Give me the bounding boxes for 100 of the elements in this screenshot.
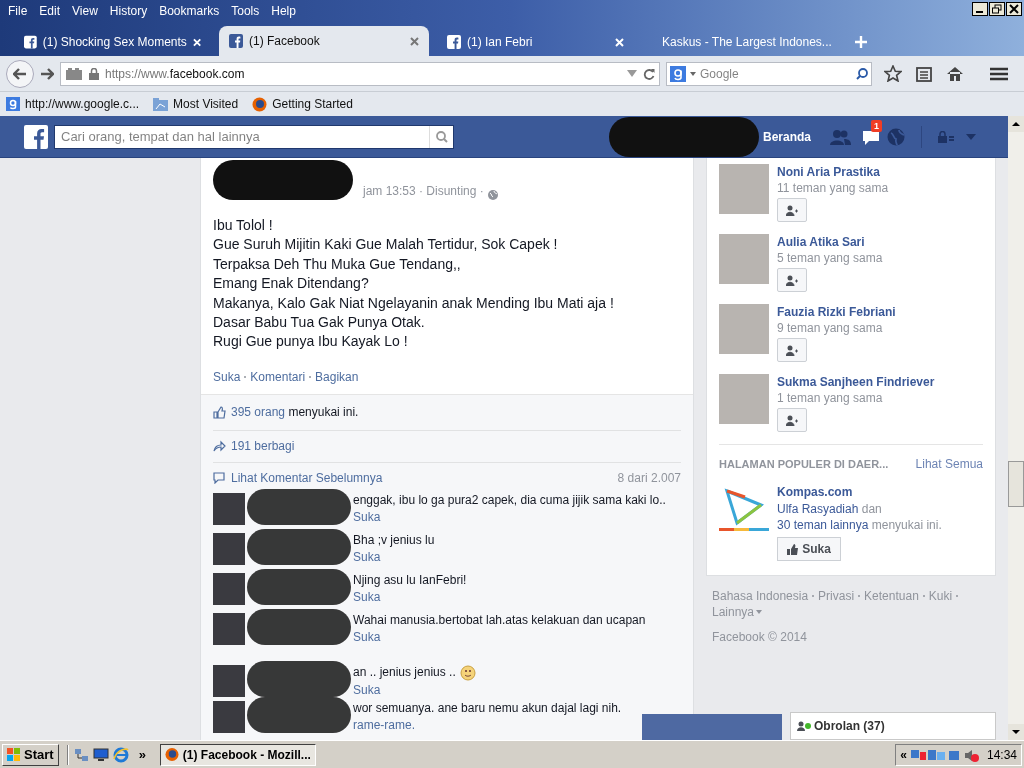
comment-like-link[interactable]: Suka (353, 549, 435, 565)
comment-like-link[interactable]: Suka (353, 629, 646, 645)
reload-icon[interactable] (643, 67, 655, 80)
taskbar-window-button[interactable]: (1) Facebook - Mozill... (159, 743, 316, 766)
post-text-line: Makanya, Kalo Gak Niat Ngelayanin anak Mending Ibu Mati aja ! (213, 293, 615, 313)
comment-like-link[interactable]: Suka (353, 509, 666, 525)
scroll-down-icon (1008, 724, 1024, 740)
browser-tab[interactable]: (1) Shocking Sex Moments (10, 28, 215, 56)
desktop-icon[interactable] (92, 747, 109, 762)
comment-like-link[interactable]: Suka (353, 589, 467, 605)
person-name-link[interactable]: Sukma Sanjheen Findriever (777, 374, 935, 390)
new-tab-icon[interactable] (855, 36, 867, 48)
share-arrow-icon (213, 440, 226, 453)
bookmark-item[interactable]: Getting Started (252, 95, 353, 113)
network-status-icon[interactable] (910, 747, 945, 762)
minimize-icon[interactable] (972, 2, 988, 16)
comment-like-link[interactable]: rame-rame. (353, 717, 622, 733)
comment-text: wor semuanya. ane baru nemu akun dajal lagi nih. (353, 700, 622, 716)
comment-like-link[interactable]: Suka (353, 682, 476, 698)
shares-link[interactable]: 191 berbagi (231, 437, 295, 456)
avatar-placeholder (213, 492, 245, 525)
comment-icon (213, 471, 225, 484)
expand-tray-button[interactable]: « (900, 745, 907, 764)
post-text-line: Emang Enak Ditendang? (213, 274, 370, 294)
back-arrow-icon (13, 67, 27, 80)
windows-logo-icon (7, 748, 21, 761)
dropdown-icon (627, 69, 637, 78)
avatar-placeholder (213, 612, 245, 645)
menu-item[interactable]: Help (267, 1, 300, 20)
bookmark-item[interactable]: Most Visited (153, 95, 239, 113)
speaker-muted-icon[interactable] (948, 747, 979, 762)
star-icon[interactable] (884, 65, 902, 82)
clipboard-icon[interactable] (916, 65, 932, 82)
person-name-link[interactable]: Fauzia Rizki Febriani (777, 304, 896, 320)
menu-item[interactable]: History (105, 1, 152, 20)
search-field[interactable]: Google (700, 64, 852, 83)
comment-text: Wahai manusia.bertobat lah.atas kelakuan dan ucapan (353, 612, 646, 628)
home-icon[interactable] (946, 65, 964, 82)
search-box[interactable]: Google (666, 61, 872, 86)
page-likes-text: Ulfa Rasyadiah dan 30 teman lainnya menyukai ini. (777, 501, 943, 533)
menu-item[interactable]: Bookmarks (155, 1, 224, 20)
like-button[interactable]: Suka (777, 537, 841, 561)
search-icon (856, 67, 868, 80)
start-button[interactable]: Start (2, 743, 59, 766)
page-name-link[interactable]: Kompas.com (777, 483, 967, 501)
add-friend-button[interactable] (777, 198, 807, 222)
post-text-line: Rugi Gue punya Ibu Kayak Lo ! (213, 332, 409, 352)
person-name-link[interactable]: Noni Aria Prastika (777, 164, 889, 180)
lock-icon (89, 67, 99, 80)
facebook-icon (24, 35, 37, 49)
person-name-link[interactable]: Aulia Atika Sari (777, 234, 883, 250)
firefox-icon (164, 747, 179, 762)
add-friend-button[interactable] (777, 408, 807, 432)
photo-placeholder (719, 234, 769, 284)
address-bar[interactable]: https://www.facebook.com (60, 61, 660, 86)
menu-item[interactable]: View (68, 1, 102, 20)
back-button[interactable] (6, 59, 34, 88)
browser-tab[interactable]: Kaskus - The Largest Indones... (642, 28, 847, 56)
menu-item[interactable]: File (4, 1, 32, 20)
comment-text: Njing asu lu IanFebri! (353, 572, 467, 588)
facebook-logo-icon[interactable] (24, 124, 48, 149)
menu-icon[interactable] (990, 66, 1008, 81)
post-text-line: Dasar Babu Tua Gak Punya Otak. (213, 313, 426, 333)
scroll-up-icon (1008, 116, 1024, 132)
add-person-icon (786, 204, 798, 216)
browser-tab[interactable]: (1) Ian Febri (433, 28, 638, 56)
section-heading: HALAMAN POPULER DI DAER... (719, 456, 889, 472)
menu-item[interactable]: Edit (35, 1, 65, 20)
browser-tab[interactable]: (1) Facebook (219, 26, 429, 56)
bookmark-item[interactable]: http://www.google.c... (6, 95, 140, 113)
scrollbar-thumb[interactable] (1008, 461, 1024, 507)
friends-count-link[interactable]: 30 teman lainnya (777, 518, 869, 532)
home-link[interactable]: Beranda (762, 127, 811, 146)
post-text-line: Terpaksa Deh Thu Muka Gue Tendang,, (213, 254, 462, 274)
mutual-friends-text: 9 teman yang sama (777, 320, 884, 336)
restore-icon[interactable] (989, 2, 1005, 16)
add-friend-button[interactable] (777, 338, 807, 362)
previous-comments-link[interactable]: Lihat Komentar Sebelumnya (231, 468, 612, 487)
close-icon[interactable] (1006, 2, 1022, 16)
scrollbar[interactable] (1008, 116, 1024, 740)
action-link[interactable]: Komentari (250, 367, 306, 386)
post-text-line: Gue Suruh Mijitin Kaki Gue Malah Tertidur, Sok Capek ! (213, 235, 559, 255)
likes-link[interactable]: 395 orang (231, 405, 286, 420)
search-box[interactable]: Cari orang, tempat dan hal lainnya (54, 124, 454, 149)
search-field[interactable]: Cari orang, tempat dan hal lainnya (55, 126, 429, 147)
firefox-icon (252, 96, 268, 112)
add-friend-button[interactable] (777, 268, 807, 292)
more-button[interactable]: » (132, 744, 152, 765)
friend-name-link[interactable]: Ulfa Rasyadiah (777, 502, 859, 516)
chat-bar[interactable]: Obrolan (37) (790, 712, 996, 740)
search-icon[interactable] (435, 130, 448, 143)
add-person-icon (786, 414, 798, 426)
action-link[interactable]: Suka (213, 367, 241, 386)
see-all-link[interactable]: Lihat Semua (915, 455, 983, 473)
google-icon (6, 97, 20, 111)
menu-item[interactable]: Tools (227, 1, 264, 20)
add-person-icon (786, 274, 798, 286)
mutual-friends-text: 1 teman yang sama (777, 390, 884, 406)
action-link[interactable]: Bagikan (315, 367, 359, 386)
forward-arrow-icon[interactable] (40, 67, 54, 80)
